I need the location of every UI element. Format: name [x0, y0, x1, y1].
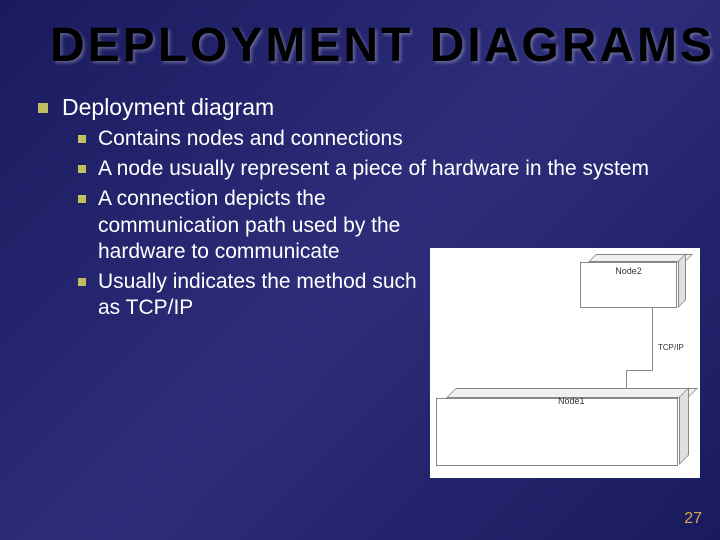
bullet-text: A node usually represent a piece of hard… — [98, 156, 649, 182]
bullet-icon — [78, 165, 86, 173]
diagram-connector — [652, 308, 653, 370]
slide-title: DEPLOYMENT DIAGRAMS — [0, 0, 720, 73]
bullet-icon — [78, 135, 86, 143]
bullet-text: Deployment diagram — [62, 93, 274, 122]
bullet-text: Usually indicates the method such as TCP… — [98, 269, 428, 322]
bullet-icon — [78, 195, 86, 203]
page-number: 27 — [684, 510, 702, 528]
bullet-icon — [38, 103, 48, 113]
diagram-node2: Node2 — [580, 254, 685, 308]
bullet-level2: Contains nodes and connections — [78, 126, 700, 152]
bullet-text: Contains nodes and connections — [98, 126, 403, 152]
diagram-connector — [626, 370, 653, 371]
bullet-icon — [78, 278, 86, 286]
bullet-text: A connection depicts the communication p… — [98, 186, 428, 265]
node1-label: Node1 — [558, 396, 585, 406]
bullet-level1: Deployment diagram — [38, 93, 700, 122]
node2-label: Node2 — [580, 262, 677, 308]
connection-label: TCP/IP — [658, 343, 684, 352]
bullet-level2: A node usually represent a piece of hard… — [78, 156, 700, 182]
deployment-diagram-figure: Node2 TCP/IP Node1 — [430, 248, 700, 478]
